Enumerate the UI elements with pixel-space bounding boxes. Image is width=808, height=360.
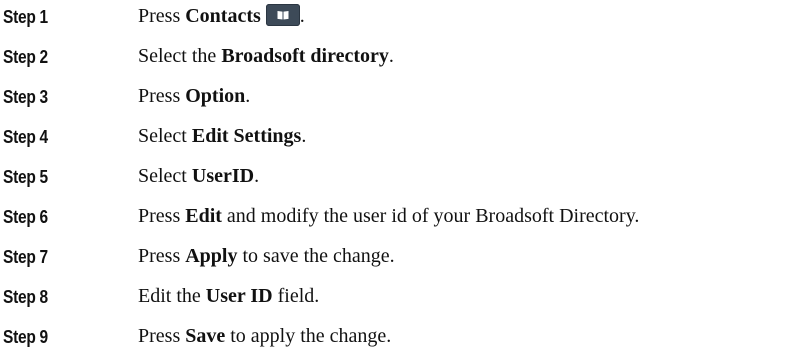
step-row: Step 2 Select the Broadsoft directory.	[0, 40, 808, 70]
ui-term: UserID	[191, 165, 255, 187]
step-number-label: Step 5	[3, 167, 48, 187]
step-row: Step 9 Press Save to apply the change.	[0, 320, 808, 350]
instruction-text: to save the change.	[237, 245, 395, 267]
step-number-label: Step 4	[3, 127, 48, 147]
step-row: Step 7 Press Apply to save the change.	[0, 240, 808, 270]
instruction-text: Edit the	[138, 285, 206, 307]
step-instruction: Press Apply to save the change.	[138, 244, 395, 268]
ui-term: Edit Settings	[191, 125, 302, 147]
step-instruction: Press Save to apply the change.	[138, 324, 391, 348]
ui-term: Option	[185, 85, 246, 107]
step-number-label: Step 3	[3, 87, 48, 107]
ui-term: Broadsoft directory	[221, 45, 389, 67]
ui-term: Save	[185, 325, 226, 347]
step-instruction: Select UserID.	[138, 164, 259, 188]
step-instruction: Select Edit Settings.	[138, 124, 306, 148]
step-number-label: Step 2	[3, 47, 48, 67]
instruction-text: Press	[138, 245, 186, 267]
step-number-label: Step 1	[3, 7, 48, 27]
instruction-text: Press	[138, 5, 186, 27]
instruction-text: Press	[138, 325, 186, 347]
ui-term: Contacts	[185, 5, 261, 27]
instruction-text: field.	[272, 285, 320, 307]
instruction-text: .	[299, 5, 305, 27]
step-number-label: Step 8	[3, 287, 48, 307]
instruction-text: .	[301, 125, 307, 147]
step-row: Step 8 Edit the User ID field.	[0, 280, 808, 310]
step-instruction: Edit the User ID field.	[138, 284, 319, 308]
step-number-label: Step 7	[3, 247, 48, 267]
step-row: Step 4 Select Edit Settings.	[0, 120, 808, 150]
ui-term: Edit	[185, 205, 222, 227]
step-number-label: Step 6	[3, 207, 48, 227]
instruction-text: Select	[138, 165, 192, 187]
step-row: Step 1 Press Contacts.	[0, 0, 808, 30]
instruction-text: .	[388, 45, 394, 67]
ui-term: User ID	[205, 285, 273, 307]
open-book-glyph	[277, 11, 289, 20]
instruction-text: to apply the change.	[225, 325, 392, 347]
instruction-text: .	[254, 165, 260, 187]
contacts-book-icon	[265, 4, 300, 26]
instruction-text: Select the	[138, 45, 222, 67]
instruction-text: Select	[138, 125, 192, 147]
instruction-text: Press	[138, 205, 186, 227]
step-row: Step 5 Select UserID.	[0, 160, 808, 190]
instruction-text: and modify the user id of your Broadsoft…	[221, 205, 640, 227]
step-instruction: Select the Broadsoft directory.	[138, 44, 394, 68]
instruction-text: .	[245, 85, 251, 107]
step-row: Step 3 Press Option.	[0, 80, 808, 110]
step-instruction: Press Contacts.	[138, 4, 305, 28]
instruction-text: Press	[138, 85, 186, 107]
step-instruction: Press Option.	[138, 84, 250, 108]
step-instruction: Press Edit and modify the user id of you…	[138, 204, 639, 228]
step-row: Step 6 Press Edit and modify the user id …	[0, 200, 808, 230]
ui-term: Apply	[185, 245, 238, 267]
step-number-label: Step 9	[3, 327, 48, 347]
